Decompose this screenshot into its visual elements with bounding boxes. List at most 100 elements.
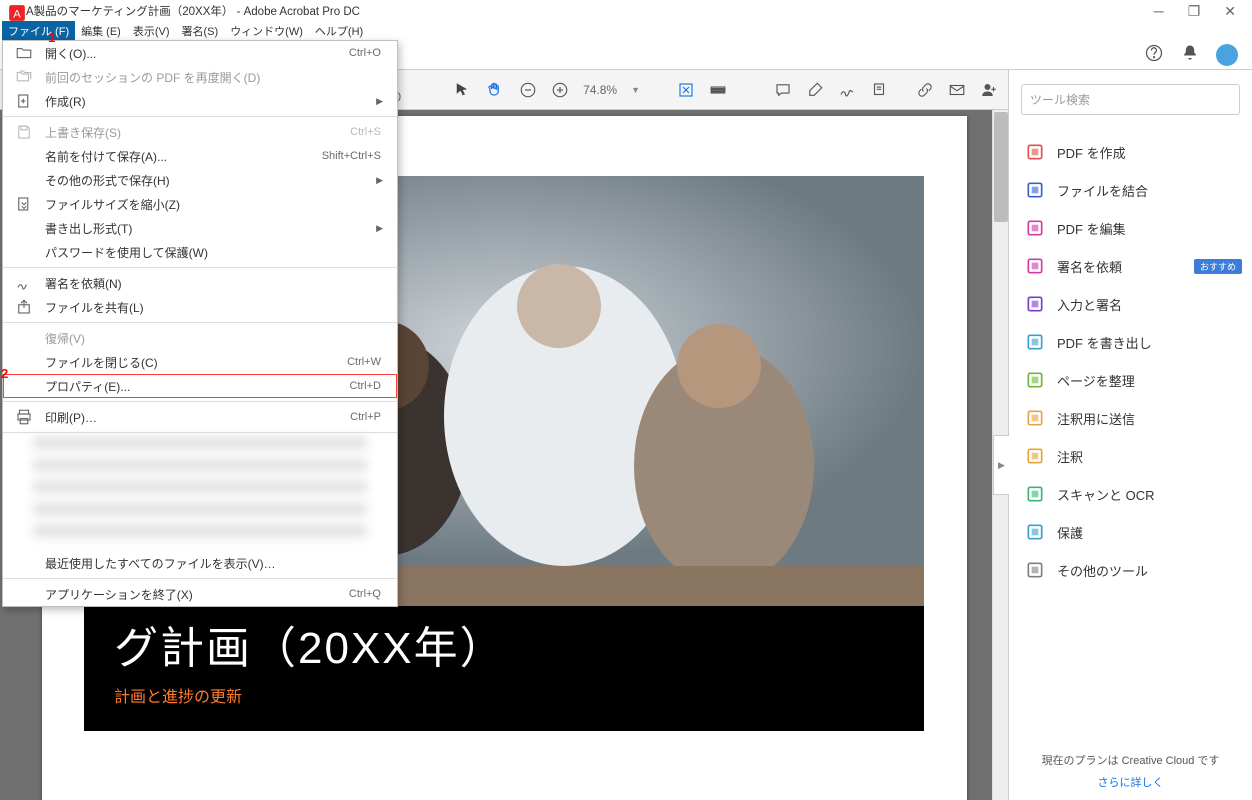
menu-item[interactable]: ファイルを共有(L)	[3, 295, 397, 319]
menu-item-label: プロパティ(E)...	[45, 378, 130, 395]
menu-view[interactable]: 表示(V)	[127, 21, 176, 41]
folder-icon	[15, 44, 33, 62]
help-icon[interactable]	[1144, 43, 1164, 66]
menu-item[interactable]: 名前を付けて保存(A)... Shift+Ctrl+S	[3, 144, 397, 168]
tool-icon	[1025, 218, 1045, 238]
menu-item-label: 復帰(V)	[45, 330, 85, 347]
menu-item[interactable]: その他の形式で保存(H)▶	[3, 168, 397, 192]
shortcut-label: Ctrl+D	[350, 380, 381, 392]
chevron-down-icon[interactable]: ▼	[631, 85, 640, 95]
tool-icon	[1025, 560, 1045, 580]
menu-item[interactable]: 印刷(P)… Ctrl+P	[3, 405, 397, 429]
highlight-icon[interactable]	[806, 81, 824, 99]
hand-icon[interactable]	[485, 80, 505, 100]
pointer-icon[interactable]	[453, 81, 471, 99]
document-subtitle: 計画と進捗の更新	[114, 683, 894, 707]
tool-item[interactable]: その他のツール	[1009, 551, 1252, 589]
zoom-out-icon[interactable]	[519, 81, 537, 99]
tool-item[interactable]: スキャンと OCR	[1009, 475, 1252, 513]
menu-edit[interactable]: 編集 (E)	[75, 21, 127, 41]
tool-item[interactable]: PDF を書き出し	[1009, 323, 1252, 361]
fit-page-icon[interactable]	[677, 81, 695, 99]
menu-item[interactable]: 署名を依頼(N)	[3, 271, 397, 295]
link-icon[interactable]	[916, 81, 934, 99]
menu-item[interactable]: ファイルを閉じる(C)Ctrl+W	[3, 350, 397, 374]
tool-label: PDF を編集	[1057, 219, 1126, 238]
shortcut-label: Ctrl+Q	[349, 588, 381, 600]
tool-icon	[1025, 332, 1045, 352]
tool-label: PDF を作成	[1057, 143, 1126, 162]
menu-item-label: ファイルを共有(L)	[45, 299, 144, 316]
tool-label: スキャンと OCR	[1057, 485, 1155, 504]
tool-label: 入力と署名	[1057, 295, 1122, 314]
titlebar: A A製品のマーケティング計画（20XX年） - Adobe Acrobat P…	[0, 0, 1252, 22]
maximize-button[interactable]: ❐	[1188, 3, 1201, 20]
tool-label: 署名を依頼	[1057, 257, 1122, 276]
tool-item[interactable]: ファイルを結合	[1009, 171, 1252, 209]
tool-item[interactable]: 保護	[1009, 513, 1252, 551]
menubar: ファイル (F) 編集 (E) 表示(V) 署名(S) ウィンドウ(W) ヘルプ…	[0, 22, 1252, 40]
print-icon	[15, 408, 33, 426]
menu-item-label: パスワードを使用して保護(W)	[45, 244, 208, 261]
shortcut-label: Shift+Ctrl+S	[322, 150, 381, 162]
menu-item-label: 印刷(P)…	[45, 409, 97, 426]
menu-item-label: 名前を付けて保存(A)...	[45, 148, 167, 165]
tool-item[interactable]: 入力と署名	[1009, 285, 1252, 323]
minimize-button[interactable]: ─	[1154, 3, 1164, 19]
tool-item[interactable]: 注釈用に送信	[1009, 399, 1252, 437]
window-controls: ─ ❐ ✕	[1154, 0, 1252, 22]
menu-item-label: 前回のセッションの PDF を再度開く(D)	[45, 69, 260, 86]
shortcut-label: Ctrl+O	[349, 47, 381, 59]
bell-icon[interactable]	[1180, 43, 1200, 66]
menu-item[interactable]: パスワードを使用して保護(W)	[3, 240, 397, 264]
menu-file[interactable]: ファイル (F)	[2, 21, 75, 41]
menu-item-label: 書き出し形式(T)	[45, 220, 132, 237]
svg-text:A: A	[13, 9, 21, 21]
comment-icon[interactable]	[774, 81, 792, 99]
tool-item[interactable]: 注釈	[1009, 437, 1252, 475]
menu-item[interactable]: 開く(O)...Ctrl+O	[3, 41, 397, 65]
tool-icon	[1025, 408, 1045, 428]
reduce-icon	[15, 195, 33, 213]
sign-icon[interactable]	[838, 81, 856, 99]
menu-item: 上書き保存(S) Ctrl+S	[3, 120, 397, 144]
avatar[interactable]	[1216, 44, 1238, 66]
menu-item[interactable]: プロパティ(E)... Ctrl+D	[3, 374, 397, 398]
menu-item[interactable]: 最近使用したすべてのファイルを表示(V)…	[3, 551, 397, 575]
fit-width-icon[interactable]	[709, 81, 727, 99]
tool-icon	[1025, 180, 1045, 200]
save-icon	[15, 123, 33, 141]
tool-item[interactable]: ページを整理	[1009, 361, 1252, 399]
tool-item[interactable]: PDF を編集	[1009, 209, 1252, 247]
tools-panel: ▶ ツール検索 PDF を作成ファイルを結合PDF を編集署名を依頼おすすめ入力…	[1008, 70, 1252, 800]
learn-more-link[interactable]: さらに詳しく	[1021, 774, 1240, 790]
tool-item[interactable]: PDF を作成	[1009, 133, 1252, 171]
stamp-icon[interactable]	[870, 81, 888, 99]
mail-icon[interactable]	[948, 81, 966, 99]
menu-item[interactable]: アプリケーションを終了(X) Ctrl+Q	[3, 582, 397, 606]
tool-search-input[interactable]: ツール検索	[1021, 84, 1240, 115]
tool-item[interactable]: 署名を依頼おすすめ	[1009, 247, 1252, 285]
shortcut-label: Ctrl+S	[350, 126, 381, 138]
shortcut-label: Ctrl+W	[347, 356, 381, 368]
menu-item-label: 上書き保存(S)	[45, 124, 121, 141]
document-title: グ計画（20XX年）	[114, 620, 894, 677]
menu-item-label: アプリケーションを終了(X)	[45, 586, 193, 603]
close-button[interactable]: ✕	[1224, 3, 1236, 20]
sign-icon	[15, 274, 33, 292]
zoom-value[interactable]: 74.8%	[583, 83, 617, 97]
menu-item[interactable]: 書き出し形式(T)▶	[3, 216, 397, 240]
menu-sign[interactable]: 署名(S)	[176, 21, 225, 41]
panel-collapse-button[interactable]: ▶	[993, 435, 1009, 495]
app-icon: A	[8, 4, 22, 18]
shortcut-label: Ctrl+P	[350, 411, 381, 423]
tool-icon	[1025, 294, 1045, 314]
add-person-icon[interactable]	[980, 81, 998, 99]
menu-item[interactable]: 作成(R)▶	[3, 89, 397, 113]
menu-window[interactable]: ウィンドウ(W)	[224, 21, 309, 41]
submenu-arrow-icon: ▶	[376, 96, 383, 107]
menu-help[interactable]: ヘルプ(H)	[309, 21, 369, 41]
menu-item[interactable]: ファイルサイズを縮小(Z)	[3, 192, 397, 216]
plan-text: 現在のプランは Creative Cloud です	[1042, 755, 1220, 767]
zoom-in-icon[interactable]	[551, 81, 569, 99]
